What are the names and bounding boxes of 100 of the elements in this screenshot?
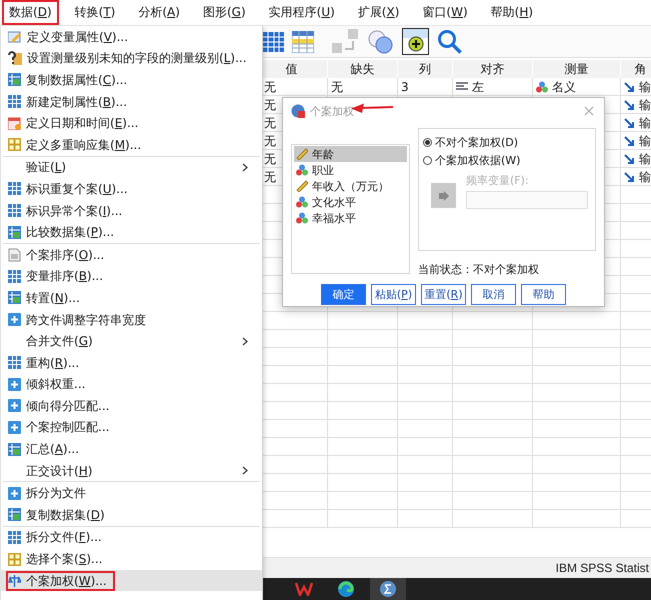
menu-item[interactable]: 个案排序(O)... bbox=[1, 244, 262, 266]
dialog-title: 个案加权 bbox=[310, 104, 354, 118]
menu-item[interactable]: 新建定制属性(B)... bbox=[1, 90, 262, 112]
swirl-logo-icon[interactable] bbox=[337, 580, 355, 598]
add-icon[interactable] bbox=[402, 28, 429, 55]
column-header[interactable]: 测量 bbox=[533, 60, 621, 78]
dialog-button[interactable]: 粘贴(P) bbox=[371, 284, 416, 305]
table-cell: 无 bbox=[264, 170, 276, 184]
arrow-icon bbox=[624, 136, 635, 146]
menu-item[interactable]: 标识异常个案(I)... bbox=[1, 200, 262, 222]
menu-item[interactable]: 标识重复个案(U)... bbox=[1, 178, 262, 200]
column-header[interactable]: 缺失 bbox=[328, 60, 398, 78]
sigma-logo-icon[interactable] bbox=[379, 580, 397, 598]
plus-square-icon bbox=[8, 486, 21, 500]
menu-item[interactable]: 倾斜权重... bbox=[1, 374, 262, 396]
menu-bar-item[interactable]: 实用程序(U) bbox=[262, 0, 342, 25]
menu-bar-item[interactable]: 图形(G) bbox=[196, 0, 253, 25]
menu-item[interactable]: 正交设计(H) bbox=[1, 460, 262, 482]
menu-item[interactable]: 定义多重响应集(M)... bbox=[1, 134, 262, 156]
menu-item[interactable]: 转置(N)... bbox=[1, 287, 262, 309]
grid-icon bbox=[8, 138, 21, 152]
taskbar-button[interactable] bbox=[370, 578, 406, 600]
list-item[interactable]: 幸福水平 bbox=[294, 210, 407, 226]
three-balls-icon bbox=[296, 212, 308, 224]
three-balls-icon bbox=[296, 164, 308, 176]
menu-bar-item[interactable]: 数据(D) bbox=[2, 0, 59, 25]
status-text: IBM SPSS Statist bbox=[556, 561, 649, 575]
arrow-icon bbox=[624, 118, 635, 128]
menu-item[interactable]: 验证(L) bbox=[1, 156, 262, 178]
dialog-button[interactable]: 帮助 bbox=[521, 284, 566, 305]
column-header[interactable]: 角 bbox=[621, 60, 651, 78]
document-icon bbox=[8, 248, 21, 262]
table-cell: 名义 bbox=[552, 80, 576, 94]
table-cell: 3 bbox=[401, 80, 409, 94]
arrow-right-icon bbox=[438, 190, 450, 200]
menu-item[interactable]: 选择个案(S)... bbox=[1, 548, 262, 570]
menu-item[interactable]: 拆分文件(F)... bbox=[1, 526, 262, 548]
three-balls-icon bbox=[296, 196, 308, 208]
table-icon[interactable] bbox=[292, 30, 314, 52]
chevron-right-icon bbox=[242, 162, 248, 172]
menu-bar-item[interactable]: 窗口(W) bbox=[415, 0, 475, 25]
chevron-right-icon bbox=[242, 336, 248, 346]
table-icon bbox=[8, 226, 21, 239]
table-icon bbox=[8, 270, 21, 283]
radio-option[interactable]: 个案加权依据(W) bbox=[423, 153, 591, 168]
menu-item[interactable]: 跨文件调整字符串宽度 bbox=[1, 308, 262, 330]
ruler-icon bbox=[296, 180, 308, 192]
menu-item[interactable]: 汇总(A)... bbox=[1, 438, 262, 460]
arrow-icon bbox=[624, 172, 635, 182]
circles-icon[interactable] bbox=[368, 30, 394, 54]
menu-item[interactable]: 合并文件(G) bbox=[1, 330, 262, 352]
menu-item[interactable]: 个案控制匹配... bbox=[1, 416, 262, 438]
table-cell: 输 bbox=[639, 170, 651, 184]
list-item[interactable]: 年收入（万元） bbox=[294, 178, 407, 194]
table-cell: 无 bbox=[331, 80, 343, 94]
table-icon bbox=[8, 356, 21, 370]
menu-item[interactable]: 定义日期和时间(E)... bbox=[1, 112, 262, 134]
app-icon bbox=[291, 104, 305, 118]
table-icon bbox=[8, 204, 21, 218]
column-header[interactable]: 列 bbox=[398, 60, 453, 78]
arrow-icon bbox=[624, 100, 635, 110]
column-header[interactable]: 对齐 bbox=[453, 60, 533, 78]
table-cell: 输 bbox=[639, 80, 651, 94]
menu-bar-item[interactable]: 转换(T) bbox=[68, 0, 122, 25]
menu-bar-item[interactable]: 帮助(H) bbox=[484, 0, 540, 25]
menu-item[interactable]: 比较数据集(P)... bbox=[1, 221, 262, 243]
w-logo-icon[interactable] bbox=[295, 582, 313, 596]
status-text: 当前状态：不对个案加权 bbox=[418, 262, 540, 277]
menu-bar-item[interactable]: 分析(A) bbox=[131, 0, 187, 25]
arrow-icon bbox=[624, 82, 635, 92]
table-icon bbox=[8, 508, 21, 522]
table-cell: 无 bbox=[264, 116, 276, 130]
field-label: 频率变量(F): bbox=[466, 173, 530, 188]
list-item[interactable]: 年龄 bbox=[294, 146, 407, 162]
arrow-icon bbox=[624, 154, 635, 164]
list-item[interactable]: 职业 bbox=[294, 162, 407, 178]
plus-square-icon bbox=[8, 399, 21, 412]
menu-item[interactable]: 变量排序(B)... bbox=[1, 266, 262, 288]
plus-square-icon bbox=[8, 420, 21, 434]
dialog-button[interactable]: 取消 bbox=[471, 284, 516, 305]
menu-item[interactable]: 拆分为文件 bbox=[1, 482, 262, 504]
list-item[interactable]: 文化水平 bbox=[294, 194, 407, 210]
dialog-button[interactable]: 确定 bbox=[321, 284, 366, 305]
table-cell: 左 bbox=[472, 80, 484, 94]
table-cell: 无 bbox=[264, 80, 276, 94]
table-cell: 输 bbox=[639, 116, 651, 130]
close-button[interactable] bbox=[582, 104, 596, 118]
menu-item[interactable]: 重构(R)... bbox=[1, 352, 262, 374]
question-icon bbox=[8, 51, 22, 66]
menu-item[interactable]: 倾向得分匹配... bbox=[1, 395, 262, 417]
table-cell: 无 bbox=[264, 134, 276, 148]
menu-item[interactable]: 复制数据集(D) bbox=[1, 504, 262, 526]
ruler-icon bbox=[296, 148, 308, 160]
menu-bar-item[interactable]: 扩展(X) bbox=[350, 0, 406, 25]
radio-option[interactable]: 不对个案加权(D) bbox=[423, 135, 591, 150]
dialog-button[interactable]: 重置(R) bbox=[421, 284, 466, 305]
align-left-icon bbox=[456, 82, 468, 92]
menu-item[interactable]: 个案加权(W)... bbox=[1, 570, 262, 592]
table-cell: 输 bbox=[639, 134, 651, 148]
search-icon[interactable] bbox=[437, 28, 463, 54]
